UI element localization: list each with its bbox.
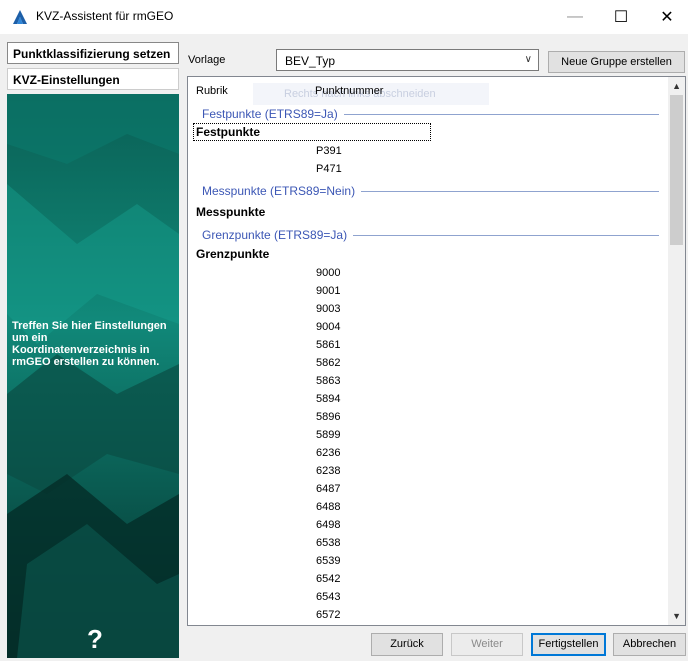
point-row[interactable]: 5894 [316, 393, 340, 405]
point-row[interactable]: 6543 [316, 591, 340, 603]
point-row[interactable]: 9004 [316, 321, 340, 333]
group-header-label: Messpunkte (ETRS89=Nein) [202, 184, 356, 198]
rubrik-row-festpunkte[interactable]: Festpunkte [193, 123, 431, 141]
point-row[interactable]: 6538 [316, 537, 340, 549]
point-row[interactable]: 5899 [316, 429, 340, 441]
point-row[interactable]: P471 [316, 163, 342, 175]
title-bar: KVZ-Assistent für rmGEO — ☐ ✕ [0, 0, 688, 34]
point-row[interactable]: 9001 [316, 285, 340, 297]
minimize-button[interactable]: — [552, 0, 598, 34]
point-row[interactable]: 5862 [316, 357, 340, 369]
vertical-scrollbar[interactable]: ▲ ▼ [668, 77, 685, 625]
chevron-down-icon: ∨ [524, 54, 532, 65]
point-row[interactable]: P391 [316, 145, 342, 157]
wizard-sidebar: Punktklassifizierung setzen KVZ-Einstell… [7, 42, 179, 658]
point-row[interactable]: 6238 [316, 465, 340, 477]
group-header-label: Festpunkte (ETRS89=Ja) [202, 107, 338, 121]
point-row[interactable]: 6539 [316, 555, 340, 567]
help-icon[interactable]: ? [87, 624, 103, 655]
group-header-messpunkte[interactable]: Messpunkte (ETRS89=Nein) [202, 183, 659, 199]
rubrik-row-messpunkte[interactable]: Messpunkte [196, 205, 265, 219]
next-button[interactable]: Weiter [451, 633, 523, 656]
group-header-label: Grenzpunkte (ETRS89=Ja) [202, 228, 348, 242]
rubrik-table[interactable]: Rechts nach links abschneiden Rubrik Pun… [187, 76, 686, 626]
point-row[interactable]: 5896 [316, 411, 340, 423]
vorlage-value: BEV_Typ [285, 54, 336, 68]
sidebar-info-text: Treffen Sie hier Einstellungen um ein Ko… [12, 320, 167, 368]
point-row[interactable]: 5861 [316, 339, 340, 351]
column-header-punktnummer[interactable]: Punktnummer [315, 85, 383, 97]
column-header-rubrik[interactable]: Rubrik [196, 85, 228, 97]
scroll-down-icon[interactable]: ▼ [672, 611, 681, 621]
rmgeo-app-icon [13, 10, 27, 24]
vorlage-dropdown[interactable]: BEV_Typ ∨ [276, 49, 539, 71]
point-row[interactable]: 6498 [316, 519, 340, 531]
scroll-up-icon[interactable]: ▲ [672, 81, 681, 91]
point-row[interactable]: 6488 [316, 501, 340, 513]
point-row[interactable]: 9003 [316, 303, 340, 315]
scrollbar-thumb[interactable] [670, 95, 683, 245]
point-row[interactable]: 6572 [316, 609, 340, 621]
group-divider [353, 234, 659, 236]
finish-button[interactable]: Fertigstellen [531, 633, 606, 656]
group-divider [343, 113, 659, 115]
back-button[interactable]: Zurück [371, 633, 443, 656]
sidebar-item-kvz-einstellungen[interactable]: KVZ-Einstellungen [7, 68, 179, 90]
point-row[interactable]: 5863 [316, 375, 340, 387]
point-row[interactable]: 6236 [316, 447, 340, 459]
point-row[interactable]: 9000 [316, 267, 340, 279]
vorlage-label: Vorlage [188, 54, 226, 66]
window-title: KVZ-Assistent für rmGEO [36, 9, 174, 23]
sidebar-item-punktklassifizierung[interactable]: Punktklassifizierung setzen [7, 42, 179, 64]
rubrik-row-grenzpunkte[interactable]: Grenzpunkte [196, 247, 269, 261]
new-group-button[interactable]: Neue Gruppe erstellen [548, 51, 685, 73]
maximize-button[interactable]: ☐ [598, 0, 644, 34]
close-button[interactable]: ✕ [644, 0, 688, 34]
sidebar-mountain-image: Treffen Sie hier Einstellungen um ein Ko… [7, 94, 179, 658]
point-row[interactable]: 6542 [316, 573, 340, 585]
group-divider [361, 190, 659, 192]
group-header-festpunkte[interactable]: Festpunkte (ETRS89=Ja) [202, 106, 659, 122]
group-header-grenzpunkte[interactable]: Grenzpunkte (ETRS89=Ja) [202, 227, 659, 243]
point-row[interactable]: 6487 [316, 483, 340, 495]
cancel-button[interactable]: Abbrechen [613, 633, 686, 656]
